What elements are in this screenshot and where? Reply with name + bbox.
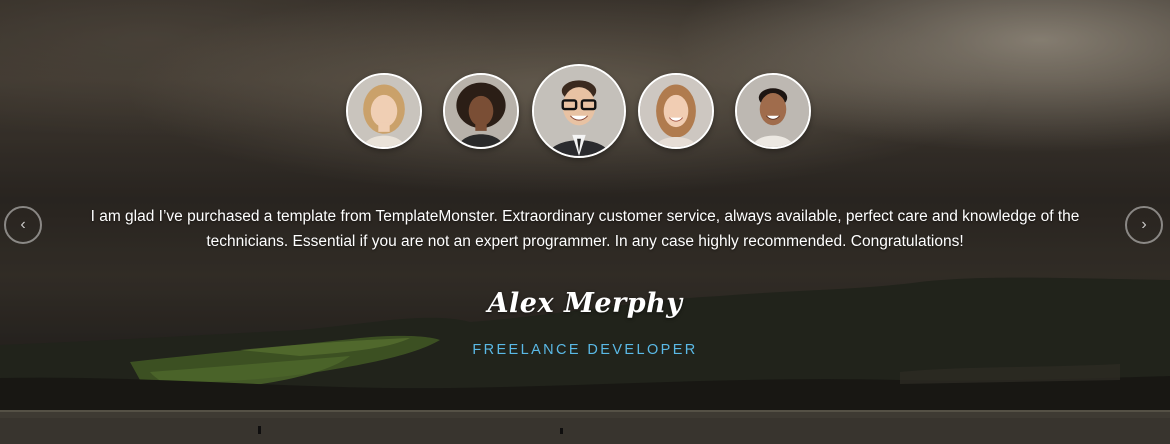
avatar-smiling-man-image	[737, 75, 809, 147]
avatar-smiling-woman-image	[640, 75, 712, 147]
testimonial-author: Alex Merphy	[487, 288, 683, 319]
chevron-right-icon: ›	[1141, 216, 1147, 233]
next-button[interactable]: ›	[1125, 206, 1163, 244]
avatar-man-glasses[interactable]	[532, 64, 626, 158]
testimonial-quote: I am glad I’ve purchased a template from…	[90, 208, 1080, 250]
avatar-man-glasses-image	[534, 66, 624, 156]
avatar-blonde-woman[interactable]	[346, 73, 422, 149]
testimonial-role: FREELANCE DEVELOPER	[472, 342, 698, 358]
avatar-blonde-woman-image	[348, 75, 420, 147]
avatar-smiling-woman[interactable]	[638, 73, 714, 149]
testimonials-section: ‹ › I am glad I’ve purchased a template …	[0, 0, 1170, 444]
avatar-curly-hair-woman[interactable]	[443, 73, 519, 149]
avatar-curly-hair-woman-image	[445, 75, 517, 147]
avatar-carousel	[0, 0, 1170, 170]
chevron-left-icon: ‹	[20, 216, 26, 233]
avatar-smiling-man[interactable]	[735, 73, 811, 149]
previous-button[interactable]: ‹	[4, 206, 42, 244]
